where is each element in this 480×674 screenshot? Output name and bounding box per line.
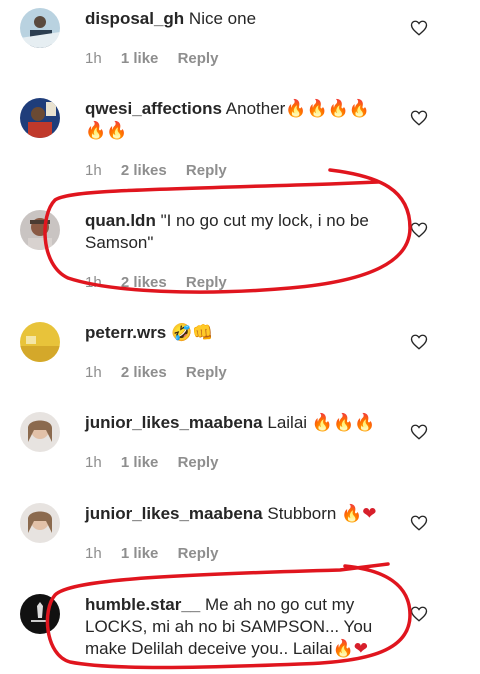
avatar[interactable] [20, 503, 60, 543]
heart-outline-icon[interactable] [410, 605, 428, 623]
fire-emoji: 🔥🔥🔥🔥 [285, 99, 371, 119]
comment-meta: 1h 1 like Reply [85, 545, 233, 562]
likes-count[interactable]: 1 like [121, 50, 159, 67]
likes-count[interactable]: 2 likes [121, 364, 167, 381]
avatar[interactable] [20, 322, 60, 362]
likes-count[interactable]: 2 likes [121, 274, 167, 291]
timestamp: 1h [85, 162, 102, 179]
reply-button[interactable]: Reply [186, 274, 227, 291]
comment-body: humble.star__ Me ah no go cut my LOCKS, … [85, 594, 385, 660]
comment-body: junior_likes_maabena Stubborn 🔥❤ [85, 503, 385, 525]
timestamp: 1h [85, 545, 102, 562]
reply-button[interactable]: Reply [186, 364, 227, 381]
comment-text: Stubborn [267, 504, 337, 523]
comment-text: Lailai [267, 413, 308, 432]
comment-body: quan.ldn "I no go cut my lock, i no be S… [85, 210, 385, 254]
avatar[interactable] [20, 594, 60, 634]
comment-text: Me ah no go cut my [205, 595, 355, 614]
timestamp: 1h [85, 274, 102, 291]
username[interactable]: humble.star__ [85, 595, 200, 614]
red-heart-emoji: ❤ [362, 504, 377, 524]
comment-meta: 1h 2 likes Reply [85, 274, 242, 291]
heart-outline-icon[interactable] [410, 109, 428, 127]
avatar[interactable] [20, 8, 60, 48]
comment-text-line2: LOCKS, mi ah no bi SAMPSON... You [85, 617, 373, 636]
avatar[interactable] [20, 98, 60, 138]
fire-emoji: 🔥🔥 [85, 121, 128, 141]
comment-body: junior_likes_maabena Lailai 🔥🔥🔥 [85, 412, 385, 434]
username[interactable]: junior_likes_maabena [85, 413, 263, 432]
timestamp: 1h [85, 364, 102, 381]
comment-text-line2: Samson" [85, 233, 154, 252]
fire-emoji: 🔥🔥🔥 [311, 413, 376, 433]
timestamp: 1h [85, 454, 102, 471]
heart-outline-icon[interactable] [410, 423, 428, 441]
heart-outline-icon[interactable] [410, 333, 428, 351]
reply-button[interactable]: Reply [178, 50, 219, 67]
comment-meta: 1h 2 likes Reply [85, 162, 242, 179]
heart-outline-icon[interactable] [410, 19, 428, 37]
heart-outline-icon[interactable] [410, 514, 428, 532]
reply-button[interactable]: Reply [178, 545, 219, 562]
fire-emoji: 🔥 [332, 639, 354, 659]
comment-body: peterr.wrs 🤣👊 [85, 322, 385, 344]
fire-emoji: 🔥 [341, 504, 363, 524]
comment-body: disposal_gh Nice one [85, 8, 385, 30]
username[interactable]: qwesi_affections [85, 99, 222, 118]
username[interactable]: peterr.wrs [85, 323, 166, 342]
comment-meta: 1h 2 likes Reply [85, 364, 242, 381]
reply-button[interactable]: Reply [178, 454, 219, 471]
heart-outline-icon[interactable] [410, 221, 428, 239]
comment-text: Another [225, 99, 286, 118]
username[interactable]: disposal_gh [85, 9, 184, 28]
comment-text-line3: make Delilah deceive you.. Lailai [85, 639, 333, 658]
red-heart-emoji: ❤ [353, 639, 369, 659]
avatar[interactable] [20, 210, 60, 250]
comment-body: qwesi_affections Another🔥🔥🔥🔥 🔥🔥 [85, 98, 385, 142]
comment-text: Nice one [188, 9, 257, 28]
username[interactable]: junior_likes_maabena [85, 504, 263, 523]
laughing-fist-emoji: 🤣👊 [171, 323, 214, 343]
reply-button[interactable]: Reply [186, 162, 227, 179]
comment-meta: 1h 1 like Reply [85, 454, 233, 471]
likes-count[interactable]: 1 like [121, 545, 159, 562]
comment-meta: 1h 1 like Reply [85, 50, 233, 67]
avatar[interactable] [20, 412, 60, 452]
likes-count[interactable]: 1 like [121, 454, 159, 471]
username[interactable]: quan.ldn [85, 211, 156, 230]
likes-count[interactable]: 2 likes [121, 162, 167, 179]
timestamp: 1h [85, 50, 102, 67]
comment-text: "I no go cut my lock, i no be [160, 211, 369, 230]
